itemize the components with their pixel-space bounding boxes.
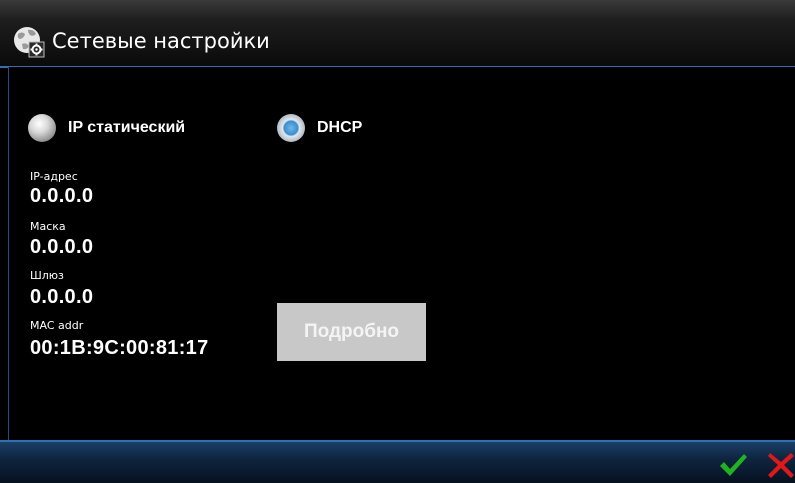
title-bar: Сетевые настройки xyxy=(0,0,795,68)
radio-static-ip[interactable]: IP статический xyxy=(28,114,185,142)
radio-unselected-icon xyxy=(28,114,56,142)
bottom-bar xyxy=(0,440,795,483)
page-title: Сетевые настройки xyxy=(52,29,270,53)
mac-address-label: MAC addr xyxy=(30,319,84,332)
mac-address-value: 00:1B:9C:00:81:17 xyxy=(30,337,209,359)
ip-address-label: IP-адрес xyxy=(30,170,78,183)
mask-value: 0.0.0.0 xyxy=(30,236,94,258)
gateway-label: Шлюз xyxy=(30,269,64,282)
network-settings-icon xyxy=(14,27,45,58)
radio-dhcp[interactable]: DHCP xyxy=(277,114,362,142)
ip-address-value: 0.0.0.0 xyxy=(30,185,94,207)
gateway-value: 0.0.0.0 xyxy=(30,286,94,308)
radio-static-ip-label: IP статический xyxy=(68,119,186,136)
close-icon[interactable] xyxy=(767,452,795,478)
checkmark-icon[interactable] xyxy=(718,452,748,478)
details-button[interactable]: Подробно xyxy=(277,303,426,361)
radio-dhcp-label: DHCP xyxy=(317,119,363,136)
radio-selected-icon xyxy=(277,114,305,142)
mask-label: Маска xyxy=(30,220,66,233)
